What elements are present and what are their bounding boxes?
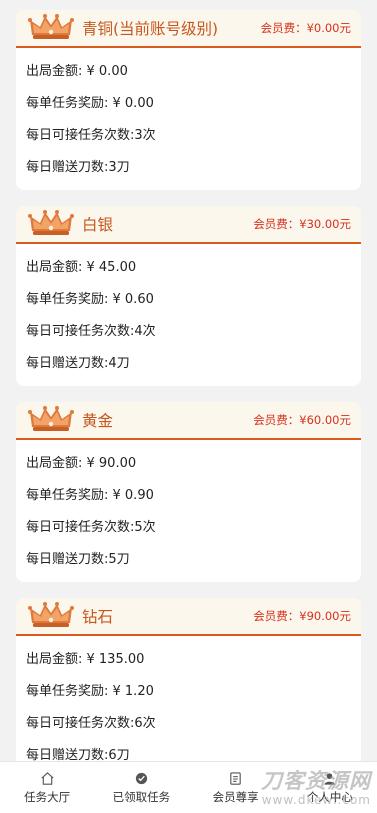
membership-fee: 会员费：¥60.00元	[253, 413, 351, 427]
level-name: 青铜(当前账号级别)	[82, 20, 219, 38]
home-icon	[41, 771, 54, 785]
crown-icon	[28, 14, 74, 39]
daily-free-cuts: 每日赠送刀数:4刀	[26, 356, 130, 371]
level-card-header: 黄金 会员费：¥60.00元	[16, 402, 361, 440]
membership-fee: 会员费：¥30.00元	[253, 217, 351, 231]
crown-icon	[28, 406, 74, 431]
exit-amount: 出局金额: ¥ 0.00	[26, 64, 128, 79]
daily-task-limit: 每日可接任务次数:6次	[26, 716, 156, 731]
task-reward: 每单任务奖励: ¥ 0.90	[26, 488, 154, 503]
exit-amount: 出局金额: ¥ 135.00	[26, 652, 145, 667]
membership-level-list: 青铜(当前账号级别) 会员费：¥0.00元 出局金额: ¥ 0.00 每单任务奖…	[0, 0, 377, 794]
level-card-header: 白银 会员费：¥30.00元	[16, 206, 361, 244]
crown-icon	[28, 210, 74, 235]
level-benefits: 出局金额: ¥ 45.00 每单任务奖励: ¥ 0.60 每日可接任务次数:4次…	[16, 244, 361, 386]
tab-label: 个人中心	[306, 789, 353, 804]
level-card-bronze[interactable]: 青铜(当前账号级别) 会员费：¥0.00元 出局金额: ¥ 0.00 每单任务奖…	[16, 10, 361, 190]
level-name: 白银	[82, 216, 114, 234]
level-card-header: 钻石 会员费：¥90.00元	[16, 598, 361, 636]
tab-label: 任务大厅	[24, 789, 71, 804]
vip-icon	[230, 771, 241, 785]
level-benefits: 出局金额: ¥ 0.00 每单任务奖励: ¥ 0.00 每日可接任务次数:3次 …	[16, 48, 361, 190]
tab-label: 会员尊享	[212, 789, 259, 804]
user-icon	[324, 772, 336, 785]
daily-free-cuts: 每日赠送刀数:3刀	[26, 160, 130, 175]
tab-label: 已领取任务	[112, 789, 171, 804]
task-reward: 每单任务奖励: ¥ 1.20	[26, 684, 154, 699]
task-icon	[135, 772, 147, 784]
level-card-header: 青铜(当前账号级别) 会员费：¥0.00元	[16, 10, 361, 48]
tab-profile[interactable]: 个人中心	[283, 762, 377, 813]
tab-task-hall[interactable]: 任务大厅	[0, 762, 94, 813]
bottom-tab-bar: 任务大厅 已领取任务 会员尊享 个人中心	[0, 761, 377, 813]
level-card-silver[interactable]: 白银 会员费：¥30.00元 出局金额: ¥ 45.00 每单任务奖励: ¥ 0…	[16, 206, 361, 386]
level-name: 黄金	[82, 412, 114, 430]
level-card-gold[interactable]: 黄金 会员费：¥60.00元 出局金额: ¥ 90.00 每单任务奖励: ¥ 0…	[16, 402, 361, 582]
level-benefits: 出局金额: ¥ 90.00 每单任务奖励: ¥ 0.90 每日可接任务次数:5次…	[16, 440, 361, 582]
daily-task-limit: 每日可接任务次数:5次	[26, 520, 156, 535]
level-benefits: 出局金额: ¥ 135.00 每单任务奖励: ¥ 1.20 每日可接任务次数:6…	[16, 636, 361, 778]
exit-amount: 出局金额: ¥ 90.00	[26, 456, 137, 471]
tab-claimed-tasks[interactable]: 已领取任务	[94, 762, 188, 813]
daily-free-cuts: 每日赠送刀数:5刀	[26, 552, 130, 567]
daily-task-limit: 每日可接任务次数:4次	[26, 324, 156, 339]
level-name: 钻石	[82, 608, 114, 626]
level-card-diamond[interactable]: 钻石 会员费：¥90.00元 出局金额: ¥ 135.00 每单任务奖励: ¥ …	[16, 598, 361, 778]
task-reward: 每单任务奖励: ¥ 0.60	[26, 292, 154, 307]
membership-fee: 会员费：¥0.00元	[260, 21, 351, 35]
daily-task-limit: 每日可接任务次数:3次	[26, 128, 156, 143]
membership-fee: 会员费：¥90.00元	[253, 609, 351, 623]
crown-icon	[28, 602, 74, 627]
exit-amount: 出局金额: ¥ 45.00	[26, 260, 137, 275]
task-reward: 每单任务奖励: ¥ 0.00	[26, 96, 154, 111]
tab-vip[interactable]: 会员尊享	[189, 762, 283, 813]
